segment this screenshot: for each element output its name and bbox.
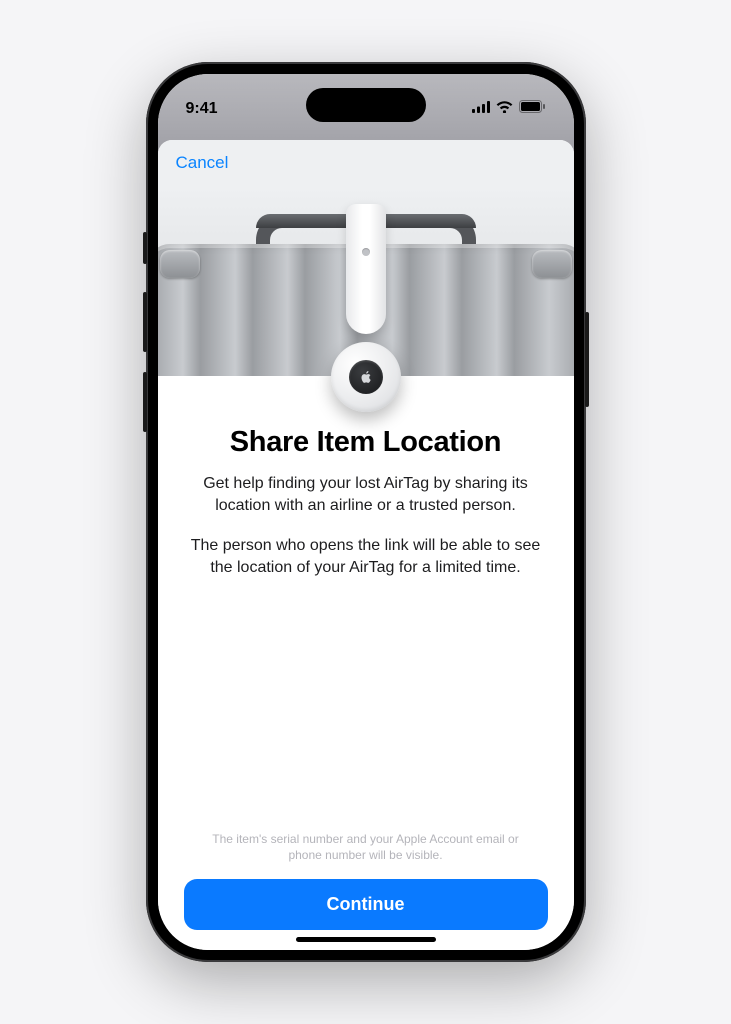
side-button <box>585 312 589 407</box>
status-time: 9:41 <box>186 100 218 118</box>
page-title: Share Item Location <box>184 426 548 459</box>
hero-illustration <box>158 186 574 376</box>
description-paragraph-1: Get help finding your lost AirTag by sha… <box>184 473 548 517</box>
description-paragraph-2: The person who opens the link will be ab… <box>184 535 548 579</box>
footnote-text: The item's serial number and your Apple … <box>184 831 548 863</box>
continue-button[interactable]: Continue <box>184 879 548 930</box>
wifi-icon <box>496 100 513 118</box>
screen: 9:41 Cancel <box>158 74 574 950</box>
airtag-strap <box>346 204 386 334</box>
apple-logo-icon <box>361 371 371 383</box>
cellular-signal-icon <box>472 100 490 118</box>
volume-down-button <box>143 372 147 432</box>
volume-up-button <box>143 292 147 352</box>
home-indicator[interactable] <box>296 937 436 942</box>
dynamic-island <box>306 88 426 122</box>
mute-switch <box>143 232 147 264</box>
share-location-sheet: Cancel Share Item Location Get help find… <box>158 140 574 950</box>
sheet-header: Cancel <box>158 140 574 186</box>
sheet-content: Share Item Location Get help finding you… <box>158 376 574 950</box>
luggage-corner-left <box>160 250 200 278</box>
battery-icon <box>519 100 546 118</box>
airtag-icon <box>331 342 401 412</box>
iphone-device-frame: 9:41 Cancel <box>146 62 586 962</box>
cancel-button[interactable]: Cancel <box>176 149 229 177</box>
luggage-corner-right <box>532 250 572 278</box>
